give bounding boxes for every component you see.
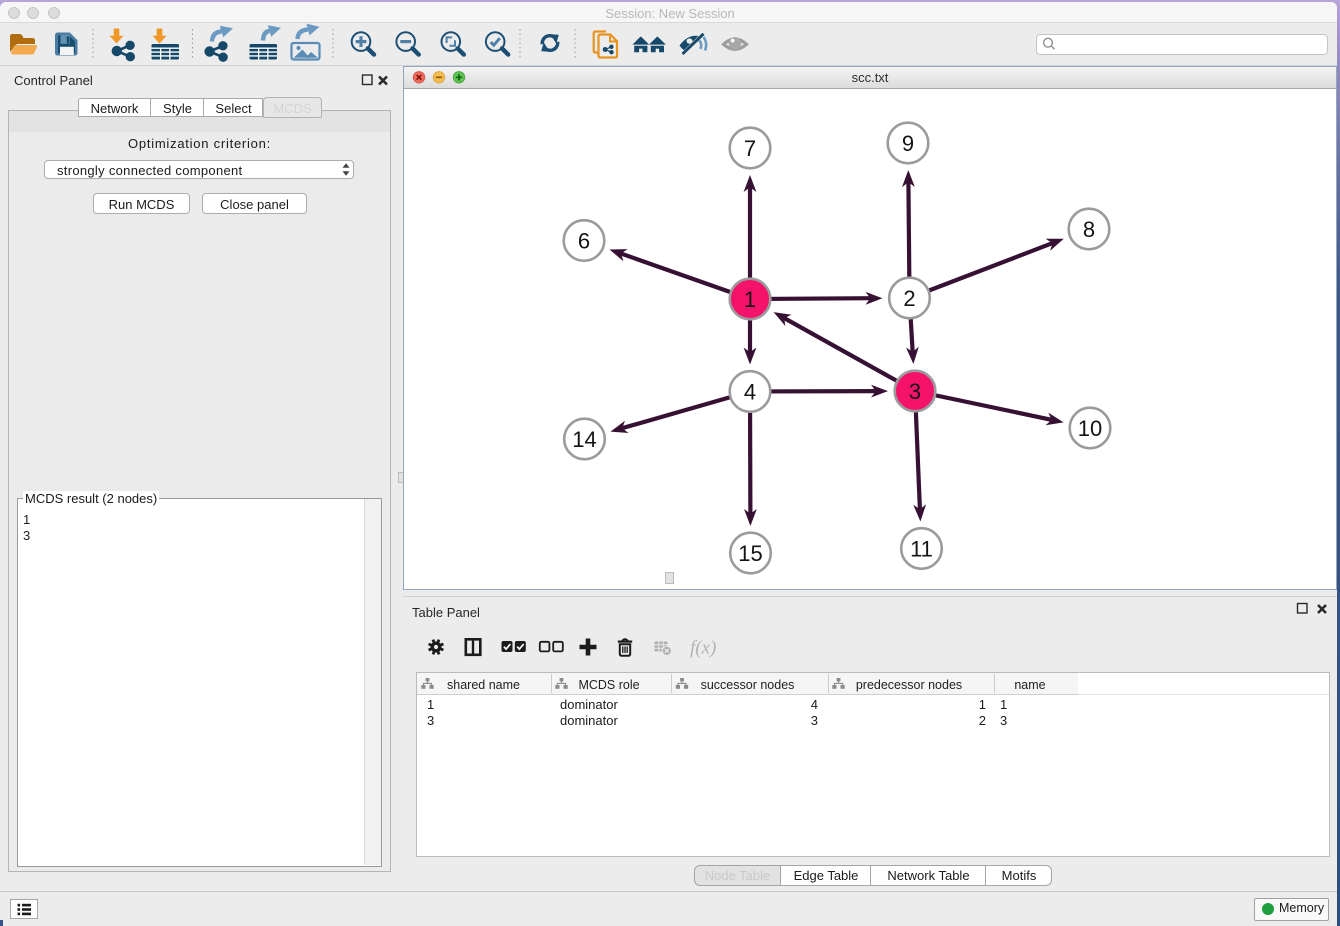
svg-text:7: 7	[744, 135, 756, 160]
svg-text:2: 2	[903, 285, 915, 310]
svg-text:14: 14	[572, 426, 596, 451]
svg-text:4: 4	[744, 379, 756, 404]
svg-text:3: 3	[909, 378, 921, 403]
svg-text:1: 1	[744, 286, 756, 311]
svg-text:10: 10	[1078, 415, 1102, 440]
svg-text:9: 9	[902, 130, 914, 155]
svg-text:8: 8	[1083, 216, 1095, 241]
svg-text:15: 15	[738, 540, 762, 565]
svg-text:6: 6	[578, 228, 590, 253]
svg-text:11: 11	[910, 536, 933, 561]
